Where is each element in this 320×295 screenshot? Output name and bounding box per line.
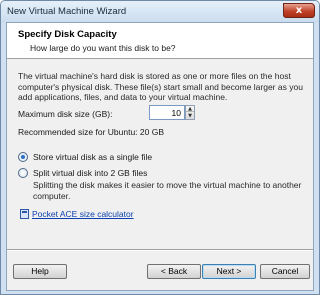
wizard-body: Specify Disk Capacity How large do you w… (6, 22, 314, 291)
cancel-button[interactable]: Cancel (260, 264, 310, 279)
single-file-label[interactable]: Store virtual disk as a single file (33, 152, 152, 162)
size-calculator-label[interactable]: Pocket ACE size calculator (32, 209, 134, 219)
footer-separator (7, 249, 313, 251)
title-bar[interactable]: New Virtual Machine Wizard x (1, 1, 319, 23)
split-file-radio[interactable] (18, 168, 28, 178)
spin-down-icon[interactable]: ▼ (186, 113, 194, 119)
single-file-radio[interactable] (18, 152, 28, 162)
disk-size-spinner: ▲ ▼ (185, 105, 195, 120)
page-subtitle: How large do you want this disk to be? (30, 43, 176, 53)
close-button[interactable]: x (283, 3, 315, 18)
disk-size-input[interactable] (149, 105, 185, 120)
help-button[interactable]: Help (13, 264, 67, 279)
split-file-label[interactable]: Split virtual disk into 2 GB files (33, 168, 147, 178)
calculator-icon (20, 209, 29, 219)
disk-description: The virtual machine's hard disk is store… (18, 71, 303, 102)
split-description: Splitting the disk makes it easier to mo… (33, 180, 302, 201)
back-button[interactable]: < Back (147, 264, 201, 279)
disk-size-label: Maximum disk size (GB): (18, 109, 113, 119)
close-icon: x (295, 5, 303, 16)
split-file-option[interactable]: Split virtual disk into 2 GB files (18, 168, 147, 178)
size-calculator-link[interactable]: Pocket ACE size calculator (20, 209, 134, 219)
wizard-header: Specify Disk Capacity How large do you w… (7, 23, 313, 59)
wizard-window: New Virtual Machine Wizard x Specify Dis… (0, 0, 320, 295)
window-title: New Virtual Machine Wizard (7, 6, 127, 17)
single-file-option[interactable]: Store virtual disk as a single file (18, 152, 152, 162)
next-button[interactable]: Next > (202, 264, 256, 279)
page-title: Specify Disk Capacity (18, 29, 117, 40)
recommended-size: Recommended size for Ubuntu: 20 GB (18, 127, 164, 137)
spin-up-icon[interactable]: ▲ (186, 106, 194, 112)
